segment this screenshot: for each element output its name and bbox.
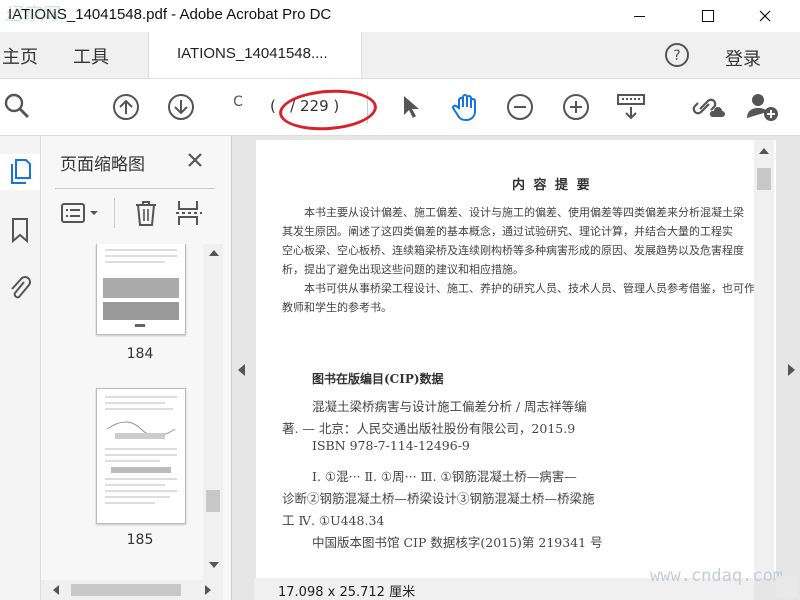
title-bar: IATIONS_14041548.pdf - Adobe Acrobat Pro…: [0, 0, 800, 32]
login-button[interactable]: 登录: [725, 45, 761, 71]
svg-text:?: ?: [673, 48, 680, 64]
thumbnail-page-number: 185: [126, 532, 154, 548]
page-thumbnails-icon: [11, 159, 31, 184]
close-window-button[interactable]: [742, 0, 788, 32]
select-tool-button[interactable]: [398, 93, 424, 121]
help-button[interactable]: ?: [663, 41, 691, 69]
page-thumbnail[interactable]: [96, 388, 186, 524]
summary-line: 析，提出了避免出现这些问题的建议和相应措施。: [282, 263, 524, 276]
add-user-button[interactable]: [746, 91, 780, 123]
help-icon: ?: [665, 43, 689, 67]
thumbnail-preview: [105, 396, 177, 504]
panel-divider: [55, 188, 215, 189]
page-layout-button[interactable]: [173, 198, 203, 228]
scroll-right-arrow-icon[interactable]: [205, 585, 211, 595]
minimize-icon: [633, 15, 645, 17]
page-fit-button[interactable]: [614, 92, 648, 122]
panel-title: 页面缩略图: [60, 155, 145, 175]
toolbar: C ( / 229 ): [0, 79, 800, 136]
summary-line: 其发生原因。阐述了这四类偏差的基本概念，通过试验研究、理论计算，并结合大量的工程…: [282, 225, 733, 238]
active-panel-pointer: [31, 166, 38, 180]
page-heading: 内 容 提 要: [512, 178, 592, 193]
cip-line: ISBN 978-7-114-12496-9: [312, 438, 470, 453]
site-watermark: www.cndaq.com: [650, 566, 784, 586]
zoom-in-button[interactable]: [561, 92, 591, 122]
close-icon: [188, 153, 202, 167]
summary-line: 本书可供从事桥梁工程设计、施工、养护的研究人员、技术人员、管理人员参考借鉴，也可…: [304, 282, 755, 295]
panel-tool-divider: [114, 198, 115, 228]
minus-circle-icon: [507, 94, 533, 120]
document-scrollbar[interactable]: [754, 140, 774, 578]
cip-line: 诊断②钢筋混凝土桥—桥梁设计③钢筋混凝土桥—桥梁施: [282, 491, 595, 506]
page-layout-icon: [176, 201, 202, 225]
paperclip-icon: [11, 276, 31, 299]
page-thumbnail[interactable]: [96, 244, 186, 335]
summary-line: 本书主要从设计偏差、施工偏差、设计与施工的偏差、使用偏差等四类偏差来分析混凝土梁: [304, 206, 744, 219]
bookmarks-tool[interactable]: [0, 212, 40, 248]
document-page: 内 容 提 要 本书主要从设计偏差、施工偏差、设计与施工的偏差、使用偏差等四类偏…: [256, 140, 776, 578]
page-fit-icon: [617, 94, 645, 120]
magnifier-icon: [4, 93, 30, 119]
document-tab-label: IATIONS_14041548....: [177, 45, 328, 62]
expand-left-panel-icon[interactable]: [238, 364, 245, 376]
share-link-button[interactable]: [692, 91, 726, 123]
search-button[interactable]: [2, 91, 32, 121]
thumbnail-list: 184 185: [41, 244, 203, 580]
add-user-icon: [747, 94, 778, 121]
watermark-logo: 迅穿网: [4, 0, 84, 30]
maximize-icon: [702, 10, 714, 22]
expand-right-panel-icon[interactable]: [788, 364, 795, 376]
cip-line: 著. — 北京：人民交通出版社股份有限公司，2015.9: [282, 421, 576, 436]
cip-line: Ⅰ. ①混··· Ⅱ. ①周··· Ⅲ. ①钢筋混凝土桥—病害—: [312, 469, 577, 484]
page-number-input[interactable]: C: [220, 94, 256, 120]
plus-circle-icon: [563, 94, 589, 120]
thumbnail-scrollbar[interactable]: [203, 244, 223, 580]
tab-tools[interactable]: 工具: [73, 43, 109, 69]
scroll-left-arrow-icon[interactable]: [53, 585, 59, 595]
arrow-up-circle-icon: [113, 94, 139, 120]
document-view: 内 容 提 要 本书主要从设计偏差、施工偏差、设计与施工的偏差、使用偏差等四类偏…: [232, 136, 800, 600]
summary-line: 教师和学生的参考书。: [282, 301, 392, 314]
cip-line: 工 Ⅳ. ①U448.34: [282, 513, 385, 528]
watermark-logo-text: 迅穿网: [4, 4, 58, 25]
delete-page-button[interactable]: [133, 198, 159, 228]
scroll-down-arrow-icon[interactable]: [209, 562, 219, 568]
tab-document[interactable]: IATIONS_14041548....: [148, 32, 362, 78]
cip-line: 混凝土梁桥病害与设计施工偏差分析 / 周志祥等编: [312, 399, 587, 414]
tab-home[interactable]: 主页: [2, 43, 38, 69]
trash-icon: [136, 201, 156, 226]
page-size-readout: 17.098 x 25.712 厘米: [278, 585, 416, 600]
scroll-thumb[interactable]: [206, 490, 220, 512]
arrow-down-circle-icon: [168, 94, 194, 120]
bookmark-icon: [12, 218, 28, 243]
document-scroll-thumb[interactable]: [757, 168, 771, 190]
maximize-button[interactable]: [685, 0, 731, 32]
close-panel-button[interactable]: [184, 149, 206, 171]
thumbnail-preview: [103, 249, 179, 327]
scroll-up-arrow-icon[interactable]: [759, 148, 769, 154]
previous-page-button[interactable]: [111, 92, 141, 122]
thumbnail-page-number: 184: [126, 346, 154, 362]
next-page-button[interactable]: [166, 92, 196, 122]
list-options-icon: [61, 203, 98, 223]
thumbnail-hscrollbar[interactable]: [41, 580, 223, 600]
attachments-tool[interactable]: [0, 270, 40, 306]
watermark-logo-badge: [776, 576, 798, 598]
tab-bar: 主页 工具 IATIONS_14041548.... ? 登录: [0, 32, 800, 79]
zoom-out-button[interactable]: [505, 92, 535, 122]
hand-icon: [452, 94, 476, 122]
thumbnail-options-button[interactable]: [59, 200, 103, 226]
hand-tool-button[interactable]: [450, 91, 482, 123]
link-cloud-icon: [692, 98, 725, 117]
close-icon: [759, 10, 771, 22]
cip-line: 中国版本图书馆 CIP 数据核字(2015)第 219341 号: [312, 535, 603, 550]
cip-title: 图书在版编目(CIP)数据: [312, 372, 444, 386]
summary-line: 空心板梁、空心板桥、连续箱梁桥及连续刚构桥等多种病害形成的原因、发展趋势以及危害…: [282, 244, 744, 257]
thumbnail-panel: 页面缩略图 184 185: [41, 136, 232, 600]
minimize-button[interactable]: [616, 0, 662, 32]
left-rail: [0, 136, 41, 600]
scroll-up-arrow-icon[interactable]: [209, 250, 219, 256]
hscroll-thumb[interactable]: [71, 584, 181, 596]
cursor-arrow-icon: [404, 96, 419, 118]
